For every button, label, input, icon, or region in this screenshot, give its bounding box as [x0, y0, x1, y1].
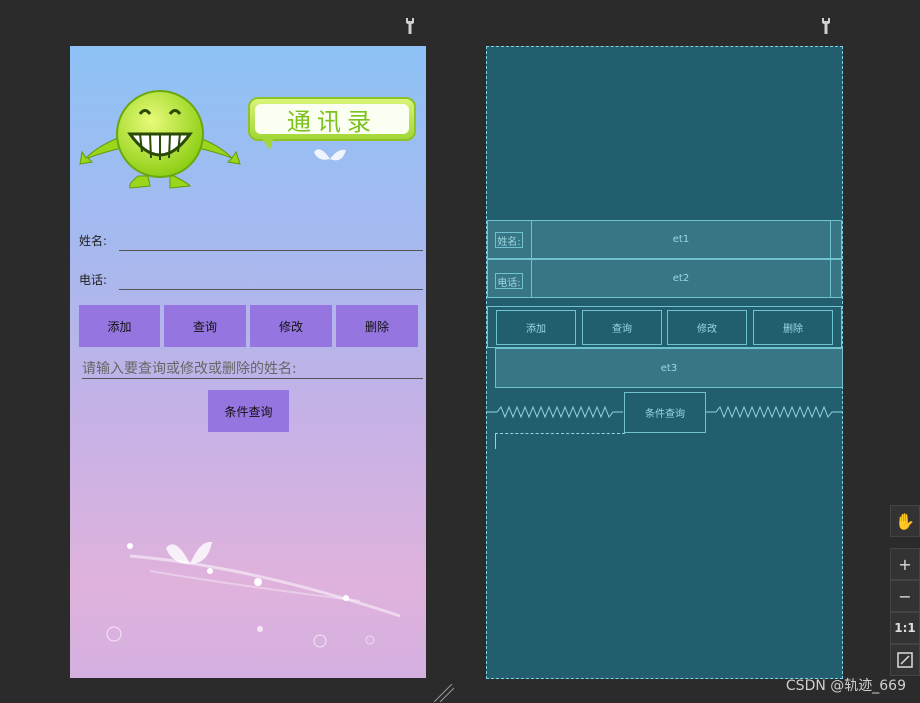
phone-input[interactable]	[119, 289, 423, 290]
banner-title: 通讯录	[255, 104, 409, 136]
bp-et2[interactable]: et2	[531, 259, 831, 298]
wrench-icon[interactable]	[403, 17, 417, 35]
bp-et1[interactable]: et1	[531, 220, 831, 259]
bp-guide-stub	[495, 433, 496, 449]
smiley-mascot-image	[79, 90, 241, 189]
resize-handle-icon[interactable]	[432, 684, 454, 702]
modify-button[interactable]: 修改	[250, 305, 332, 347]
bp-name-label: 姓名:	[495, 232, 523, 248]
add-button[interactable]: 添加	[79, 305, 160, 347]
phone-label: 电话:	[79, 273, 108, 287]
bp-add-button[interactable]: 添加	[496, 310, 576, 345]
query-button[interactable]: 查询	[164, 305, 246, 347]
bp-query-button[interactable]: 查询	[582, 310, 662, 345]
wrench-icon[interactable]	[819, 17, 833, 35]
query-name-input[interactable]: 请输入要查询或修改或删除的姓名:	[82, 358, 297, 378]
bp-et3[interactable]: et3	[495, 348, 843, 388]
watermark: CSDN @轨迹_669	[785, 678, 906, 694]
bp-conditional-query-button[interactable]: 条件查询	[624, 392, 706, 433]
conditional-query-button[interactable]: 条件查询	[208, 390, 289, 432]
name-input[interactable]	[119, 250, 423, 251]
bp-phone-label: 电话:	[495, 273, 523, 289]
zoom-out-button[interactable]: −	[890, 580, 920, 612]
actual-size-button[interactable]: 1:1	[890, 612, 920, 644]
butterfly-icon	[314, 149, 346, 161]
design-preview: 通讯录 姓名: 电话: 添加 查询 修改 删除 请输入要查询或修改或删除的姓名:…	[70, 46, 426, 678]
pan-hand-icon[interactable]: ✋	[890, 505, 920, 537]
title-bubble: 通讯录	[248, 97, 416, 141]
fit-screen-icon[interactable]	[890, 644, 920, 676]
bubble-tail	[260, 136, 274, 150]
bp-dashed-guide	[495, 433, 625, 434]
sparkle-decoration	[106, 543, 401, 648]
bp-delete-button[interactable]: 删除	[753, 310, 833, 345]
name-label: 姓名:	[79, 234, 108, 248]
delete-button[interactable]: 删除	[336, 305, 418, 347]
blueprint-preview: 姓名: et1 电话: et2 添加 查询 修改 删除 et3 条件查询	[486, 46, 843, 679]
query-input-underline	[82, 378, 423, 379]
zoom-in-button[interactable]: +	[890, 548, 920, 580]
bp-modify-button[interactable]: 修改	[667, 310, 747, 345]
